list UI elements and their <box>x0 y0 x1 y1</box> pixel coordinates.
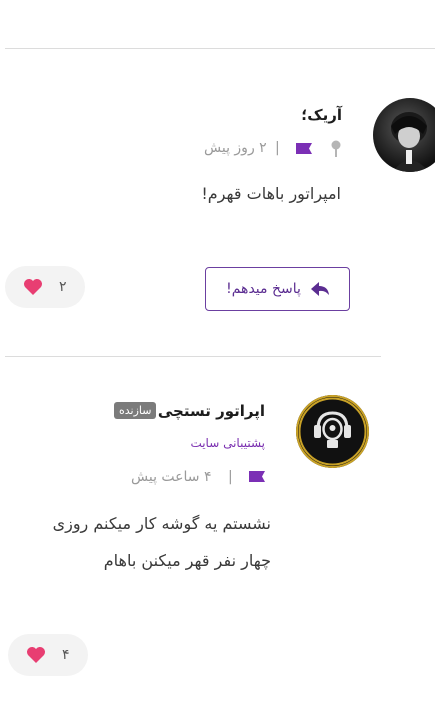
comment-time: ۴ ساعت پیش <box>131 469 212 485</box>
like-button[interactable]: ۴ <box>8 634 88 676</box>
top-divider <box>5 48 435 49</box>
reply-label: پاسخ میدهم! <box>226 281 301 297</box>
avatar[interactable] <box>373 98 435 172</box>
like-count: ۲ <box>59 279 67 295</box>
author-badge: سازنده <box>114 402 157 419</box>
flag-icon[interactable] <box>249 471 265 482</box>
comment-text-line-1: نشستم یه گوشه کار میکنم روزی <box>52 514 271 533</box>
avatar-image <box>391 112 429 172</box>
like-count: ۴ <box>62 647 70 663</box>
heart-icon <box>27 647 45 663</box>
reply-button[interactable]: پاسخ میدهم! <box>205 267 350 311</box>
reply-icon <box>310 282 329 296</box>
comment-time: ۲ روز پیش <box>204 140 267 156</box>
pin-icon <box>331 140 341 157</box>
operator-logo-icon <box>298 397 367 466</box>
like-button[interactable]: ۲ <box>5 266 85 308</box>
separator: | <box>275 140 280 156</box>
heart-icon <box>24 279 42 295</box>
flag-icon[interactable] <box>296 143 312 154</box>
author-role: پشتیبانی سایت <box>190 436 265 450</box>
comment-author[interactable]: اپراتور تستچی <box>158 402 265 420</box>
comment-divider <box>5 356 381 357</box>
comment-text: امپراتور باهات قهرم! <box>201 184 341 203</box>
avatar[interactable] <box>296 395 369 468</box>
comment-author[interactable]: آریک؛ <box>301 106 342 124</box>
comment-text-line-2: چهار نفر قهر میکنن باهام <box>103 551 271 570</box>
separator: | <box>228 469 233 485</box>
